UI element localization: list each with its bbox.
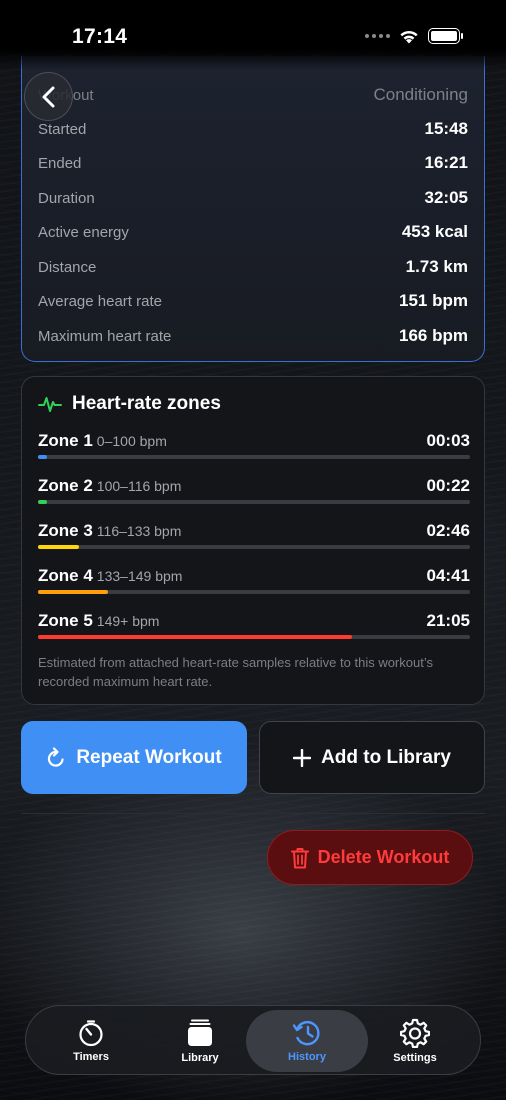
- zone-time: 21:05: [426, 611, 470, 630]
- zone-label: Zone 3: [38, 521, 93, 540]
- stack-icon: [188, 1019, 212, 1046]
- cellular-signal-icon: [365, 34, 390, 38]
- tab-label: Settings: [393, 1052, 437, 1064]
- summary-row-distance: Distance 1.73 km: [38, 252, 468, 282]
- zone-row-5: Zone 5 149+ bpm 21:05: [38, 611, 470, 647]
- battery-icon: [428, 28, 463, 44]
- summary-row-average-heart-rate: Average heart rate 151 bpm: [38, 286, 468, 316]
- tab-history[interactable]: History: [246, 1010, 368, 1072]
- zone-label: Zone 4: [38, 566, 93, 585]
- zone-row-2: Zone 2 100–116 bpm 00:22: [38, 476, 470, 512]
- zone-label: Zone 2: [38, 476, 93, 495]
- zone-row-1: Zone 1 0–100 bpm 00:03: [38, 431, 470, 467]
- zone-progress-track: [38, 455, 470, 459]
- zone-name: Zone 2 100–116 bpm: [38, 476, 181, 496]
- heart-rate-zones-card: Heart-rate zones Zone 1 0–100 bpm 00:03 Z…: [21, 376, 485, 705]
- summary-row-workout: Workout Conditioning: [38, 80, 468, 110]
- divider: [21, 813, 485, 814]
- summary-value: 15:48: [424, 119, 468, 138]
- status-time: 17:14: [72, 25, 128, 48]
- zone-range: 100–116 bpm: [96, 478, 182, 494]
- zones-title: Heart-rate zones: [72, 393, 221, 414]
- zone-progress-track: [38, 590, 470, 594]
- zone-time: 00:03: [426, 431, 470, 450]
- summary-row-maximum-heart-rate: Maximum heart rate 166 bpm: [38, 321, 468, 351]
- zone-progress-track: [38, 545, 470, 549]
- workout-summary-card: Workout Conditioning Started 15:48 Ended…: [21, 56, 485, 362]
- zone-time: 00:22: [426, 476, 470, 495]
- zone-name: Zone 4 133–149 bpm: [38, 566, 182, 586]
- add-to-library-label: Add to Library: [321, 746, 451, 768]
- tab-bar: Timers Library History Settings: [25, 1005, 481, 1075]
- zone-progress-track: [38, 500, 470, 504]
- zone-progress-track: [38, 635, 470, 639]
- history-icon: [292, 1020, 320, 1046]
- zone-time: 02:46: [426, 521, 470, 540]
- zone-range: 133–149 bpm: [96, 568, 183, 584]
- summary-label: Active energy: [38, 223, 129, 241]
- add-to-library-button[interactable]: Add to Library: [259, 721, 485, 794]
- zones-header: Heart-rate zones: [38, 393, 221, 415]
- status-bar: 17:14: [0, 0, 506, 70]
- zone-name: Zone 1 0–100 bpm: [38, 431, 167, 451]
- repeat-workout-button[interactable]: Repeat Workout: [21, 721, 247, 794]
- summary-row-duration: Duration 32:05: [38, 183, 468, 213]
- tab-settings[interactable]: Settings: [354, 1010, 476, 1072]
- zone-label: Zone 5: [38, 611, 93, 630]
- zone-name: Zone 5 149+ bpm: [38, 611, 159, 631]
- summary-value: 453 kcal: [401, 222, 468, 241]
- back-button[interactable]: [24, 72, 73, 121]
- delete-workout-label: Delete Workout: [317, 847, 450, 867]
- summary-label: Maximum heart rate: [38, 327, 172, 345]
- zone-progress-fill: [38, 455, 47, 459]
- summary-label: Started: [38, 120, 87, 138]
- summary-label: Ended: [38, 154, 82, 172]
- summary-label: Average heart rate: [38, 292, 162, 310]
- zone-range: 149+ bpm: [96, 613, 160, 629]
- trash-icon: [290, 847, 309, 868]
- summary-value: 151 bpm: [399, 291, 468, 310]
- zone-progress-fill: [38, 590, 108, 594]
- zone-progress-fill: [38, 500, 47, 504]
- zone-row-4: Zone 4 133–149 bpm 04:41: [38, 566, 470, 602]
- summary-label: Distance: [38, 258, 97, 276]
- zone-time: 04:41: [426, 566, 470, 585]
- plus-icon: [293, 748, 312, 767]
- summary-row-started: Started 15:48: [38, 114, 468, 144]
- zone-name: Zone 3 116–133 bpm: [38, 521, 181, 541]
- wifi-icon: [400, 30, 418, 44]
- tab-label: Library: [181, 1052, 219, 1064]
- tab-label: History: [288, 1051, 326, 1063]
- tab-library[interactable]: Library: [139, 1010, 261, 1072]
- summary-value: 16:21: [424, 153, 468, 172]
- summary-value: 1.73 km: [405, 257, 468, 276]
- summary-value: 166 bpm: [399, 326, 468, 345]
- tab-label: Timers: [73, 1051, 109, 1063]
- zone-progress-fill: [38, 545, 80, 549]
- zone-progress-fill: [38, 635, 353, 639]
- heartbeat-icon: [38, 397, 62, 412]
- summary-row-ended: Ended 16:21: [38, 148, 468, 178]
- stopwatch-icon: [79, 1020, 103, 1047]
- zones-footnote: Estimated from attached heart-rate sampl…: [38, 655, 433, 689]
- summary-row-active-energy: Active energy 453 kcal: [38, 217, 468, 247]
- zone-row-3: Zone 3 116–133 bpm 02:46: [38, 521, 470, 557]
- zone-range: 0–100 bpm: [96, 433, 167, 449]
- zone-range: 116–133 bpm: [96, 523, 182, 539]
- status-icons: [365, 28, 463, 44]
- repeat-workout-label: Repeat Workout: [76, 746, 222, 768]
- summary-label: Duration: [38, 189, 95, 207]
- summary-value: 32:05: [424, 188, 468, 207]
- repeat-icon: [48, 746, 64, 767]
- zone-label: Zone 1: [38, 431, 93, 450]
- chevron-left-icon: [42, 86, 54, 107]
- gear-icon: [400, 1018, 430, 1048]
- delete-workout-button[interactable]: Delete Workout: [267, 830, 473, 885]
- summary-value: Conditioning: [373, 85, 468, 104]
- tab-timers[interactable]: Timers: [30, 1010, 152, 1072]
